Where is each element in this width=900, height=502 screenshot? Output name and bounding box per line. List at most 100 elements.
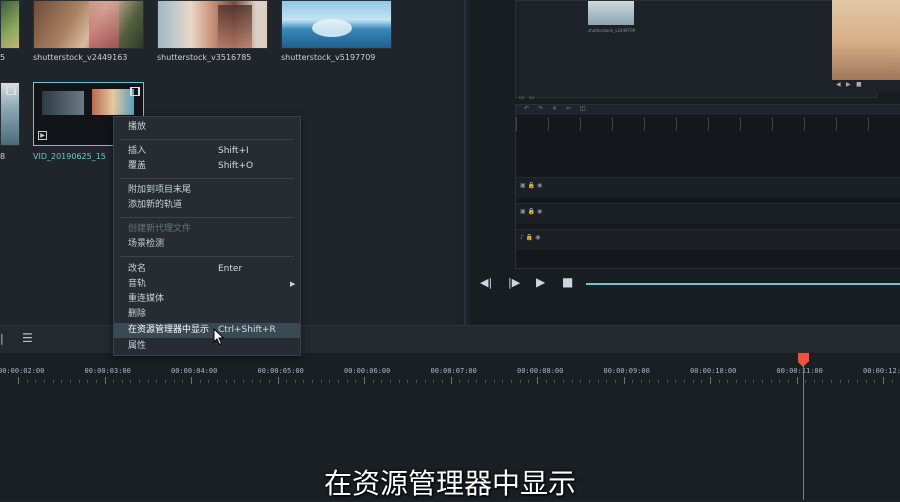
play-icon[interactable]: ▶	[536, 275, 545, 289]
menu-item-label: 覆盖	[128, 161, 147, 171]
timeline-tick-label: 00:00:03:00	[84, 367, 131, 375]
timeline-tick-minor	[874, 380, 876, 383]
timeline-tick-label: 00:00:02:00	[0, 367, 45, 375]
menu-item-append-to-end[interactable]: 附加到项目末尾	[114, 183, 300, 198]
menu-item-label: 改名	[128, 264, 147, 274]
toolbar-partial-icon[interactable]: |	[0, 332, 4, 345]
timeline-tick-minor	[606, 380, 608, 383]
timeline-tick-minor	[770, 380, 772, 383]
menu-item-scene-detection[interactable]: 场景检测	[114, 237, 300, 252]
timeline-tick-minor	[502, 380, 504, 383]
menu-item-play[interactable]: 播放	[114, 120, 300, 135]
mini-timeline-ruler	[516, 117, 900, 131]
media-thumb-clip-1[interactable]	[33, 0, 144, 49]
timeline-tick-minor	[61, 380, 63, 383]
prev-frame-icon[interactable]: ◀|	[480, 276, 492, 289]
timeline-tick-minor	[580, 380, 582, 383]
timeline-tick-minor	[260, 380, 262, 383]
next-frame-icon[interactable]: |▶	[508, 276, 520, 289]
selected-clip-frame-2	[92, 89, 134, 115]
timeline-tick-major	[104, 377, 106, 384]
media-thumb-partial-1[interactable]	[0, 0, 20, 49]
film-icon	[6, 86, 16, 95]
menu-item-shortcut: Shift+I	[218, 146, 249, 156]
timeline-tick-minor	[545, 380, 547, 383]
folder-icon[interactable]: ▭	[519, 94, 525, 101]
menu-item-show-in-explorer[interactable]: 在资源管理器中显示 Ctrl+Shift+R	[114, 323, 300, 338]
timeline-tick-minor	[389, 380, 391, 383]
timeline-tick-minor	[130, 380, 132, 383]
timeline-tick-minor	[320, 380, 322, 383]
media-thumb-partial-2-label: 8	[0, 152, 6, 161]
timeline-tick-minor	[857, 380, 859, 383]
media-thumb-clip-2[interactable]	[157, 0, 268, 49]
mini-play-icon[interactable]: ▶	[846, 81, 851, 88]
timeline-tick-minor	[268, 380, 270, 383]
panel-divider[interactable]	[464, 0, 466, 325]
timeline-tick-label: 00:00:05:00	[257, 367, 304, 375]
timeline-tick-minor	[805, 380, 807, 383]
cut-icon[interactable]: ✂	[566, 105, 571, 112]
mini-rewind-icon[interactable]: ◀	[836, 81, 841, 88]
timeline-tick-minor	[744, 380, 746, 383]
selected-clip-frame-1	[42, 91, 84, 115]
mini-track-2[interactable]: ▣ 🔒 ◉	[516, 203, 900, 224]
menu-item-label: 添加新的轨道	[128, 200, 183, 210]
timeline-tick-minor	[346, 380, 348, 383]
delete-icon[interactable]: ✕	[552, 105, 557, 112]
timeline-tick-minor	[562, 380, 564, 383]
menu-separator	[120, 256, 294, 257]
stop-icon[interactable]: ■	[562, 275, 573, 289]
preview-mini-thumb[interactable]	[588, 1, 634, 25]
timeline-tick-minor	[372, 380, 374, 383]
timeline-tick-minor	[251, 380, 253, 383]
menu-item-relink-media[interactable]: 重连媒体	[114, 292, 300, 307]
timeline-tick-minor	[761, 380, 763, 383]
media-thumb-clip-3[interactable]	[281, 0, 392, 49]
undo-icon[interactable]: ↶	[524, 105, 529, 112]
mini-track-1[interactable]: ▣ 🔒 ◉	[516, 177, 900, 198]
timeline-tick-minor	[571, 380, 573, 383]
menu-item-properties[interactable]: 属性	[114, 339, 300, 354]
timeline-tick-minor	[727, 380, 729, 383]
timeline-ruler[interactable]: 00:00:02:00 00:00:03:00 00:00:04:00 00:00:0…	[0, 353, 900, 387]
menu-item-rename[interactable]: 改名 Enter	[114, 262, 300, 277]
timeline-tick-minor	[519, 380, 521, 383]
timeline-tick-minor	[338, 380, 340, 383]
menu-item-delete[interactable]: 删除	[114, 307, 300, 322]
media-thumb-partial-2[interactable]	[0, 82, 20, 146]
menu-item-label: 场景检测	[128, 239, 165, 249]
timeline-tick-minor	[493, 380, 495, 383]
playhead-handle[interactable]	[798, 353, 809, 362]
folder-add-icon[interactable]: ▭	[529, 94, 535, 101]
mini-track-3[interactable]: ♪ 🔒 ◉	[516, 229, 900, 250]
timeline-tick-minor	[485, 380, 487, 383]
crop-icon[interactable]: ◫	[580, 105, 586, 112]
mini-stop-icon[interactable]: ■	[856, 81, 862, 88]
track-2-video-icon: ▣ 🔒 ◉	[520, 208, 543, 215]
playback-progress-bar[interactable]	[586, 283, 900, 285]
player-partial-controls: ◀ ▶ ■	[832, 80, 900, 92]
menu-item-shortcut: Enter	[218, 264, 243, 274]
clip-1-figure	[89, 1, 119, 48]
timeline-tick-minor	[87, 380, 89, 383]
timeline-tick-major	[18, 377, 19, 384]
menu-item-add-track[interactable]: 添加新的轨道	[114, 198, 300, 213]
menu-item-audio-track[interactable]: 音轨 ▶	[114, 277, 300, 292]
timeline-tick-minor	[476, 380, 478, 383]
timeline-tick-minor	[303, 380, 305, 383]
timeline-tick-minor	[208, 380, 210, 383]
menu-item-create-proxy[interactable]: 创建新代理文件	[114, 222, 300, 237]
timeline-tick-minor	[216, 380, 218, 383]
timeline-tick-minor	[294, 380, 296, 383]
menu-item-insert[interactable]: 插入 Shift+I	[114, 144, 300, 159]
menu-item-overwrite[interactable]: 覆盖 Shift+O	[114, 159, 300, 174]
timeline-tick-major	[191, 377, 192, 384]
timeline-tick-major	[623, 377, 625, 384]
redo-icon[interactable]: ↷	[538, 105, 543, 112]
timeline-tick-minor	[459, 380, 461, 383]
timeline-tick-label: 00:00:12:00	[863, 367, 900, 375]
timeline-tick-minor	[511, 380, 513, 383]
adjust-icon[interactable]: ☰	[22, 331, 33, 345]
timeline-tick-minor	[735, 380, 737, 383]
